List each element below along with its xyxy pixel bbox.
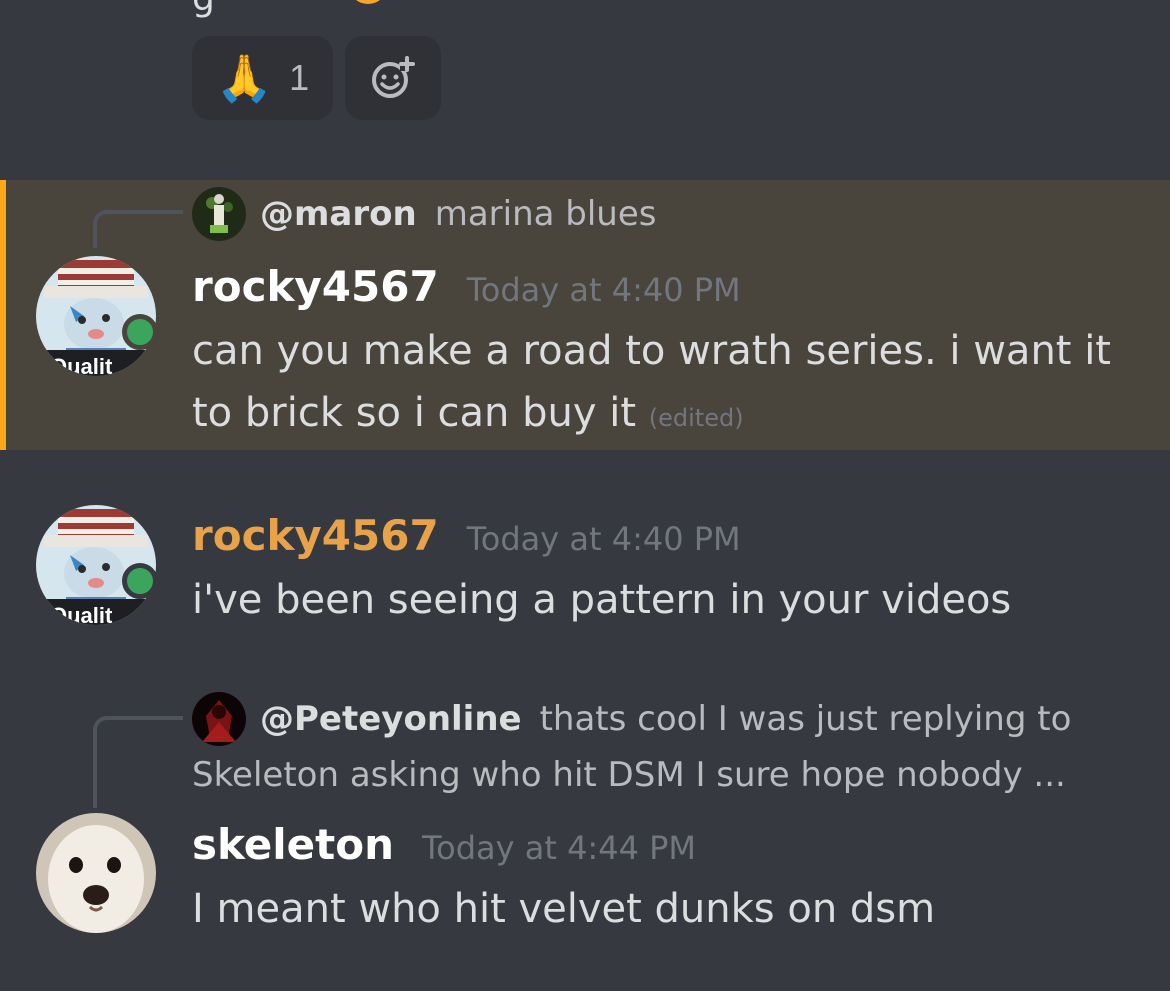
svg-text:Qualit: Qualit [50,354,113,376]
message-text: I meant who hit velvet dunks on dsm [192,878,1142,940]
timestamp: Today at 4:40 PM [466,520,741,558]
avatar[interactable] [36,813,156,933]
message-line: can you make a road to wrath series. i w… [192,328,1111,374]
reply-connector [93,210,183,248]
reply-text: Skeleton asking who hit DSM I sure hope … [192,755,1066,795]
reply-connector [93,716,183,808]
message-text: can you make a road to wrath series. i w… [192,320,1142,449]
username[interactable]: rocky4567 [192,262,439,311]
avatar[interactable]: Qualit [36,505,158,625]
emoji-icon [348,0,388,4]
message-text: i've been seeing a pattern in your video… [192,569,1142,631]
message-header: rocky4567 Today at 4:40 PM [192,511,741,560]
add-reaction-button[interactable] [345,36,441,120]
online-status-icon [122,314,158,350]
timestamp: Today at 4:44 PM [422,829,696,867]
online-status-icon [122,563,158,599]
timestamp: Today at 4:40 PM [466,271,741,309]
edited-label: (edited) [648,404,744,432]
username[interactable]: skeleton [192,820,394,869]
broccoli-avatar-icon [192,187,246,241]
reply-username[interactable]: @maron [260,194,417,234]
previous-message-text: g [192,0,215,19]
folded-hands-icon: 🙏 [215,51,274,105]
message-header: rocky4567 Today at 4:40 PM [192,262,741,311]
svg-text:Qualit: Qualit [50,603,113,625]
reply-preview[interactable]: @Peteyonline thats cool I was just reply… [192,690,1071,748]
mention-highlight-bar [0,180,6,450]
username[interactable]: rocky4567 [192,511,439,560]
reply-username[interactable]: @Peteyonline [260,699,522,739]
reply-preview-continued[interactable]: Skeleton asking who hit DSM I sure hope … [192,748,1066,802]
reaction-count: 1 [289,57,310,98]
message-line: to brick so i can buy it (edited) [192,382,1142,449]
reply-preview[interactable]: @maron marina blues [192,186,656,242]
reply-text: thats cool I was just replying to [539,699,1072,739]
message-line: i've been seeing a pattern in your video… [192,577,1012,623]
avatar[interactable]: Qualit [36,256,158,376]
reaction-pray-button[interactable]: 🙏 1 [192,36,333,120]
message-header: skeleton Today at 4:44 PM [192,820,696,869]
red-figure-avatar-icon [192,692,246,746]
message-line: I meant who hit velvet dunks on dsm [192,886,936,932]
message-line-text: to brick so i can buy it [192,390,637,436]
reply-text: marina blues [434,194,657,234]
smiley-plus-icon [372,56,415,98]
